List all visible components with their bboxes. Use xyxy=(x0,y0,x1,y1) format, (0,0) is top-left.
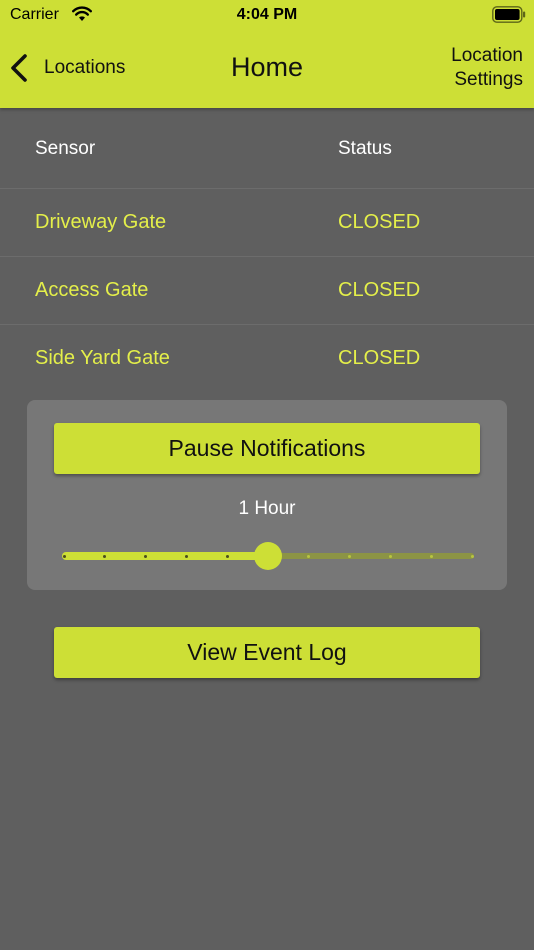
battery-icon xyxy=(492,6,526,23)
slider-tick xyxy=(225,555,229,558)
sensor-status: CLOSED xyxy=(338,211,421,233)
slider-tick xyxy=(429,555,433,558)
table-row[interactable]: Side Yard Gate CLOSED xyxy=(0,325,534,393)
status-bar: Carrier 4:04 PM xyxy=(0,0,534,30)
clock: 4:04 PM xyxy=(236,6,298,23)
nav-bar: Carrier 4:04 PM Locations Home Location … xyxy=(0,0,534,108)
table-header-row: Sensor Status xyxy=(0,108,534,189)
pause-notifications-panel: Pause Notifications 1 Hour xyxy=(27,400,507,590)
pause-notifications-button[interactable]: Pause Notifications xyxy=(54,423,480,474)
slider-tick xyxy=(62,555,66,558)
table-row[interactable]: Driveway Gate CLOSED xyxy=(0,189,534,257)
status-column-header: Status xyxy=(338,138,392,159)
location-settings-label-line2: Settings xyxy=(454,69,523,90)
sensor-name: Driveway Gate xyxy=(35,211,167,233)
location-settings-button[interactable]: Location Settings xyxy=(451,44,523,92)
sensor-status: CLOSED xyxy=(338,347,421,369)
sensor-name: Side Yard Gate xyxy=(35,347,170,369)
slider-tick xyxy=(470,555,474,558)
sensor-column-header: Sensor xyxy=(35,138,96,159)
view-event-log-button[interactable]: View Event Log xyxy=(54,627,480,678)
pause-duration-label: 1 Hour xyxy=(238,498,296,519)
sensor-name: Access Gate xyxy=(35,279,149,301)
slider-track-fill xyxy=(62,552,268,560)
table-row[interactable]: Access Gate CLOSED xyxy=(0,257,534,325)
slider-tick xyxy=(184,555,188,558)
slider-tick xyxy=(388,555,392,558)
slider-thumb[interactable] xyxy=(254,542,282,570)
location-settings-label-line1: Location xyxy=(451,45,523,66)
sensor-table: Sensor Status Driveway Gate CLOSED Acces… xyxy=(0,108,534,393)
sensor-status: CLOSED xyxy=(338,279,421,301)
pause-duration-slider[interactable] xyxy=(62,542,474,570)
